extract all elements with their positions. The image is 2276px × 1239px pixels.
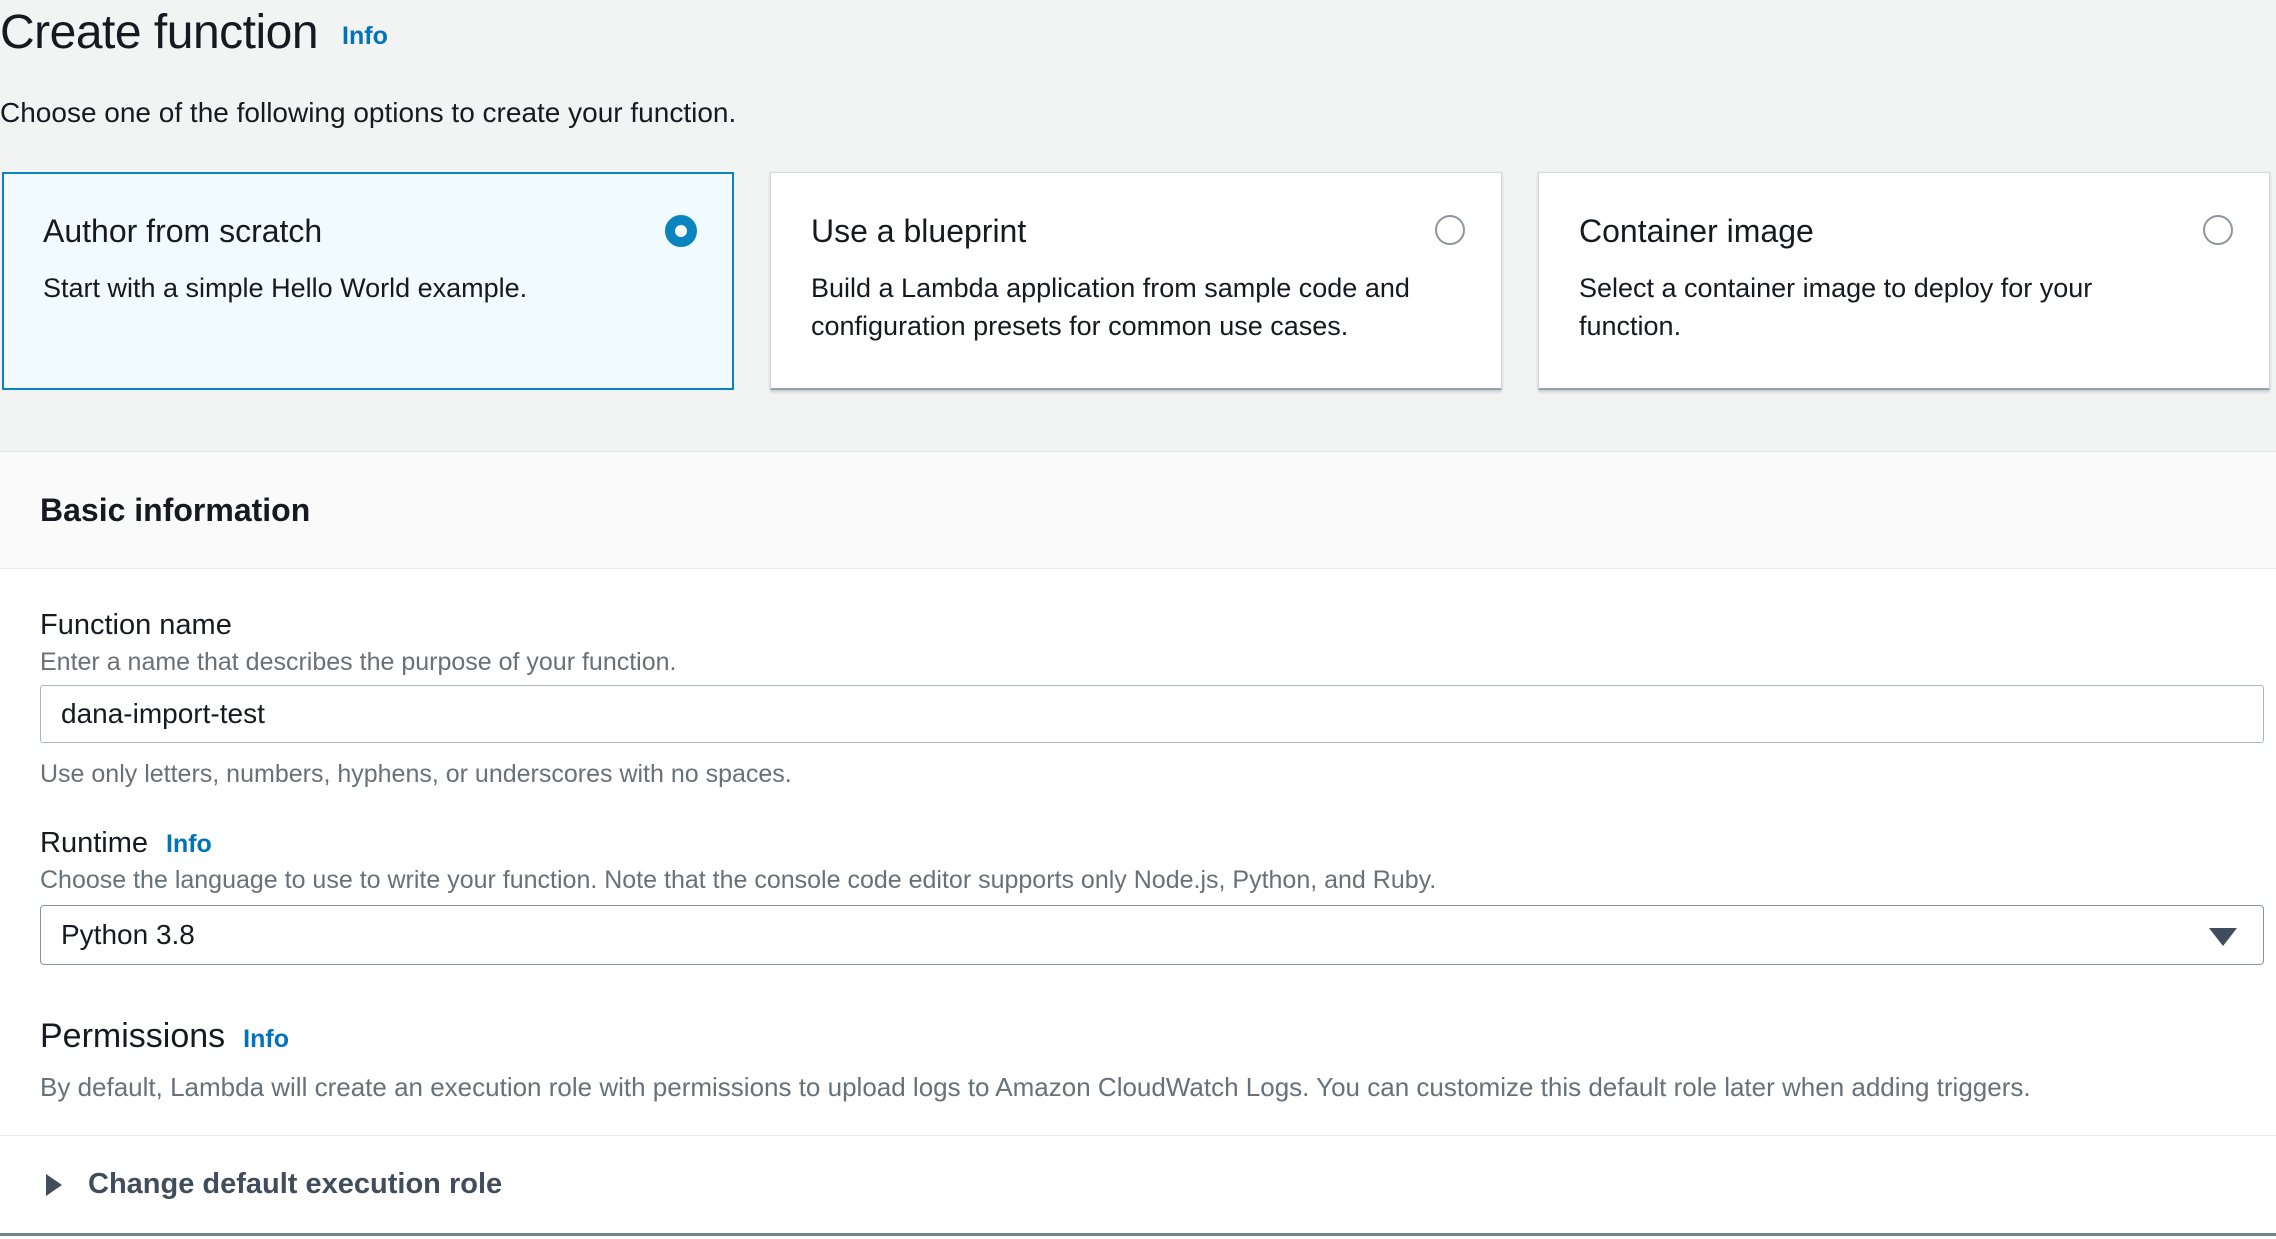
option-card-use-a-blueprint[interactable]: Use a blueprint Build a Lambda applicati… (770, 172, 1502, 390)
option-card-author-from-scratch[interactable]: Author from scratch Start with a simple … (2, 172, 734, 390)
runtime-select[interactable]: Python 3.8 (40, 905, 2264, 965)
function-name-description: Enter a name that describes the purpose … (40, 647, 2264, 677)
basic-information-header: Basic information (0, 452, 2276, 569)
function-name-input[interactable] (40, 685, 2264, 743)
radio-container-image[interactable] (2203, 215, 2233, 245)
option-card-title: Author from scratch (43, 209, 322, 253)
option-card-description: Start with a simple Hello World example. (43, 269, 663, 307)
change-default-execution-role-label: Change default execution role (88, 1168, 502, 1201)
runtime-selected-value: Python 3.8 (61, 919, 195, 951)
page-title: Create function (0, 4, 318, 62)
runtime-label: Runtime (40, 825, 148, 861)
basic-information-body: Function name Enter a name that describe… (0, 569, 2276, 1135)
runtime-description: Choose the language to use to write your… (40, 865, 2264, 895)
caret-right-icon (46, 1174, 62, 1196)
permissions-section: Permissions Info By default, Lambda will… (40, 1015, 2264, 1103)
creation-option-cards: Author from scratch Start with a simple … (2, 172, 2270, 390)
option-card-title: Use a blueprint (811, 209, 1026, 253)
option-card-description: Select a container image to deploy for y… (1579, 269, 2199, 345)
page-subtitle: Choose one of the following options to c… (0, 96, 2276, 130)
basic-information-container: Basic information Function name Enter a … (0, 451, 2276, 1239)
page-header: Create function Info Choose one of the f… (0, 0, 2276, 130)
chevron-down-icon (2209, 928, 2237, 946)
radio-author-from-scratch-selected[interactable] (665, 215, 697, 247)
create-function-info-link[interactable]: Info (342, 22, 388, 51)
permissions-info-link[interactable]: Info (243, 1025, 289, 1054)
basic-information-heading: Basic information (40, 492, 310, 528)
option-card-description: Build a Lambda application from sample c… (811, 269, 1431, 345)
function-name-label: Function name (40, 607, 232, 643)
runtime-info-link[interactable]: Info (166, 830, 212, 859)
radio-use-a-blueprint[interactable] (1435, 215, 1465, 245)
change-default-execution-role-toggle[interactable]: Change default execution role (0, 1136, 2276, 1233)
option-card-container-image[interactable]: Container image Select a container image… (1538, 172, 2270, 390)
function-name-field: Function name Enter a name that describe… (40, 607, 2264, 789)
runtime-field: Runtime Info Choose the language to use … (40, 825, 2264, 965)
permissions-description: By default, Lambda will create an execut… (40, 1071, 2264, 1103)
option-card-title: Container image (1579, 209, 1814, 253)
function-name-constraint: Use only letters, numbers, hyphens, or u… (40, 759, 2264, 789)
permissions-heading: Permissions (40, 1015, 225, 1057)
